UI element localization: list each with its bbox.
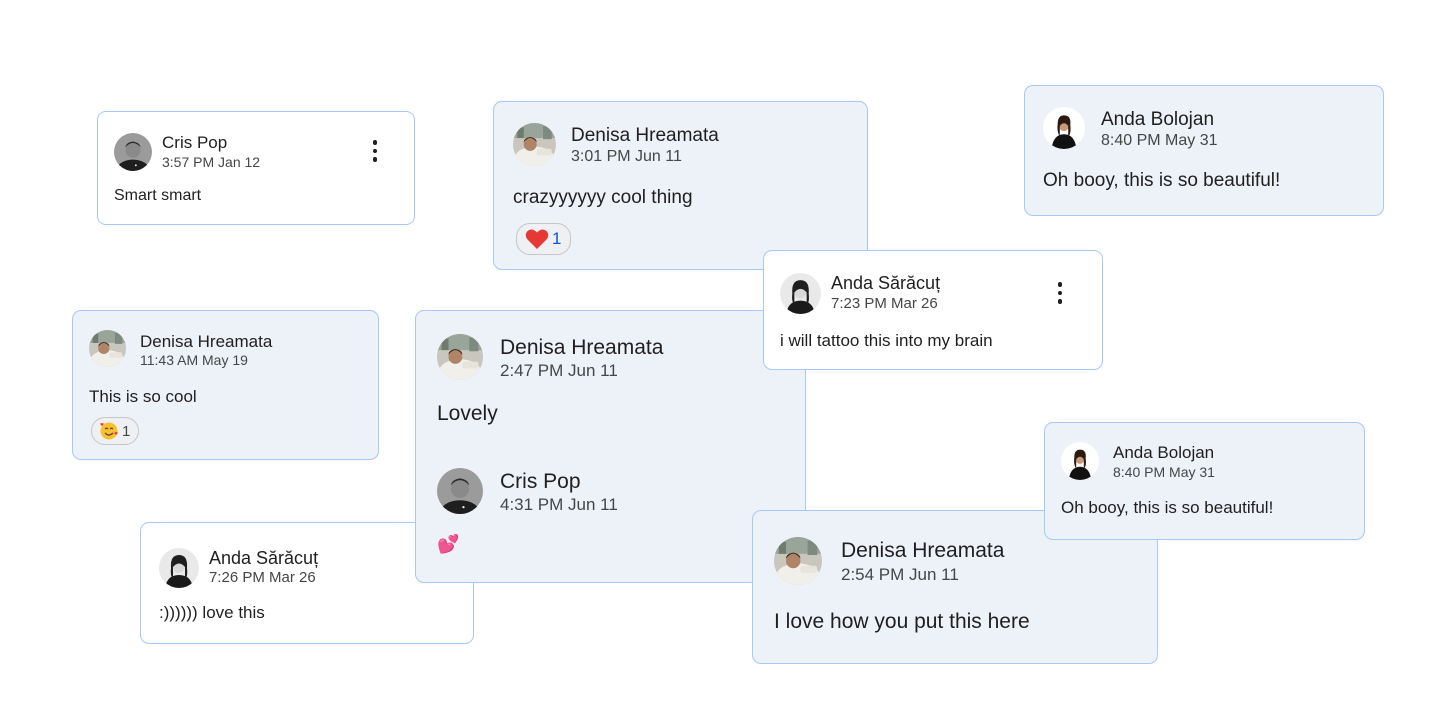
heart-icon [525,228,549,250]
comment-text: Oh booy, this is so beautiful! [1061,498,1274,517]
comment-text: I love how you put this here [774,610,1030,633]
comment-text: Oh booy, this is so beautiful! [1043,170,1281,191]
timestamp: 2:47 PM Jun 11 [500,361,618,380]
author-name: Anda Bolojan [1113,443,1215,462]
timestamp: 3:01 PM Jun 11 [571,148,682,165]
author-name: Denisa Hreamata [500,336,664,359]
comment-card-cris-pop-1: Cris Pop 3:57 PM Jan 12 Smart smart [97,111,415,225]
avatar[interactable] [89,330,126,367]
comment-card-anda-bolojan-1: Anda Bolojan 8:40 PM May 31 Oh booy, thi… [1024,85,1384,216]
author-name: Anda Bolojan [1101,109,1215,130]
avatar[interactable] [513,123,556,166]
comment-text: :)))))) love this [159,603,265,622]
avatar[interactable] [437,334,483,380]
comment-text: Lovely [437,402,498,425]
timestamp: 7:26 PM Mar 26 [209,569,316,586]
comment-text: i will tattoo this into my brain [780,331,993,350]
comment-card-denisa-2: Denisa Hreamata 11:43 AM May 19 This is … [72,310,379,460]
reaction-count: 1 [122,422,131,440]
author-name: Anda Sărăcuț [831,273,941,293]
comment-card-denisa-1: Denisa Hreamata 3:01 PM Jun 11 crazyyyyy… [493,101,868,270]
author-name: Denisa Hreamata [571,125,719,146]
reply-avatar[interactable] [437,468,483,514]
comment-thread-card: Denisa Hreamata 2:47 PM Jun 11 Lovely Cr… [415,310,806,583]
author-name: Denisa Hreamata [140,332,273,351]
timestamp: 8:40 PM May 31 [1101,132,1218,149]
comment-card-anda-saracut-1: Anda Sărăcuț 7:23 PM Mar 26 i will tatto… [763,250,1103,370]
reply-author-name: Cris Pop [500,470,581,493]
author-name: Anda Sărăcuț [209,548,319,568]
timestamp: 8:40 PM May 31 [1113,464,1215,480]
avatar[interactable] [774,537,822,585]
avatar[interactable] [780,273,821,314]
comment-text: Smart smart [114,187,202,204]
avatar[interactable] [1043,107,1085,149]
timestamp: 7:23 PM Mar 26 [831,295,938,312]
reaction-count: 1 [552,229,562,248]
avatar[interactable] [114,133,152,171]
comment-text: crazyyyyyy cool thing [513,187,693,208]
timestamp: 3:57 PM Jan 12 [162,154,261,170]
comment-text: This is so cool [89,387,197,406]
avatar[interactable] [1061,442,1099,480]
more-options-icon[interactable] [1050,279,1070,307]
reply-text: 💕 [437,534,460,554]
timestamp: 11:43 AM May 19 [140,352,248,368]
comment-card-anda-bolojan-2: Anda Bolojan 8:40 PM May 31 Oh booy, thi… [1044,422,1365,540]
avatar[interactable] [159,548,199,588]
reaction-chip[interactable]: 1 [516,223,571,255]
more-options-icon[interactable] [365,137,385,165]
author-name: Cris Pop [162,133,228,152]
reply-timestamp: 4:31 PM Jun 11 [500,495,618,514]
reaction-chip[interactable]: 1 [91,417,139,445]
timestamp: 2:54 PM Jun 11 [841,565,959,584]
author-name: Denisa Hreamata [841,539,1005,562]
smiling-face-with-hearts-icon [99,421,119,441]
